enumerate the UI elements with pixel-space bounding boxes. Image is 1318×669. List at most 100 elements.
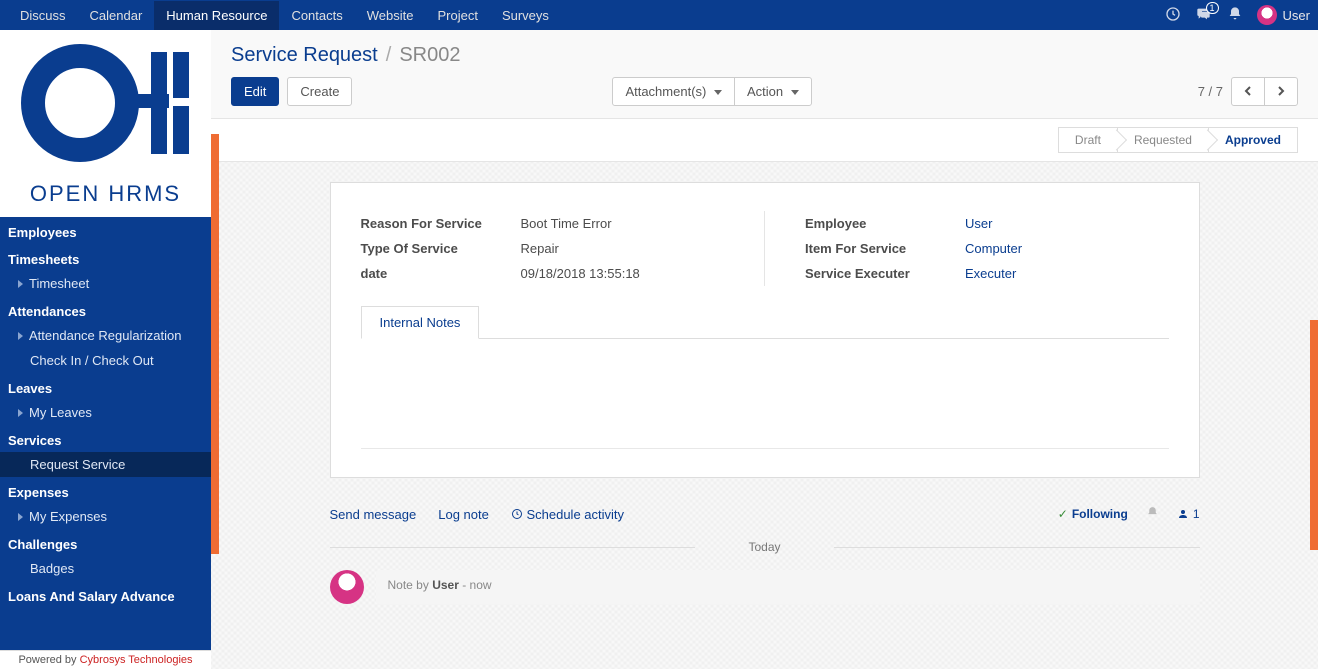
topnav-item[interactable]: Calendar xyxy=(78,1,155,30)
center-buttons: Attachment(s) Action xyxy=(612,77,811,106)
pager-next-button[interactable] xyxy=(1264,77,1298,106)
sidebar-section-header[interactable]: Expenses xyxy=(0,477,211,504)
log-note-link[interactable]: Log note xyxy=(438,507,489,522)
form-sheet: Reason For ServiceBoot Time ErrorType Of… xyxy=(330,182,1200,478)
topnav-item[interactable]: Project xyxy=(425,1,489,30)
form-row: EmployeeUser xyxy=(805,211,1169,236)
breadcrumb-sep: / xyxy=(386,44,392,67)
caret-right-icon xyxy=(18,513,23,521)
powered-by: Powered by Cybrosys Technologies xyxy=(0,650,211,669)
form-row: Item For ServiceComputer xyxy=(805,236,1169,261)
sidebar-item[interactable]: Check In / Check Out xyxy=(0,348,211,373)
logo[interactable]: OPEN HRMS xyxy=(0,30,211,217)
form-field-value: Repair xyxy=(521,241,725,256)
sidebar-item[interactable]: My Leaves xyxy=(0,400,211,425)
bell-icon[interactable] xyxy=(1146,506,1159,522)
sidebar-item[interactable]: Request Service xyxy=(0,452,211,477)
attachments-button[interactable]: Attachment(s) xyxy=(612,77,735,106)
form-field-value: Boot Time Error xyxy=(521,216,725,231)
form-row: date09/18/2018 13:55:18 xyxy=(361,261,725,286)
topnav-item[interactable]: Human Resource xyxy=(154,1,279,30)
form-field-value[interactable]: Computer xyxy=(965,241,1169,256)
follower-count[interactable]: 1 xyxy=(1177,507,1200,521)
decorative-edge-right xyxy=(1310,320,1318,550)
tab-content xyxy=(361,339,1169,449)
avatar-icon xyxy=(330,570,364,604)
schedule-activity-link[interactable]: Schedule activity xyxy=(511,507,624,522)
form-field-label: Reason For Service xyxy=(361,216,521,231)
messages-icon[interactable]: 1 xyxy=(1195,6,1213,25)
form-row: Service ExecuterExecuter xyxy=(805,261,1169,286)
sidebar-section-header[interactable]: Timesheets xyxy=(0,244,211,271)
activity-icon[interactable] xyxy=(1165,6,1181,25)
user-menu[interactable]: User xyxy=(1257,5,1310,25)
sidebar-item[interactable]: Timesheet xyxy=(0,271,211,296)
sidebar-item[interactable]: My Expenses xyxy=(0,504,211,529)
tab-internal-notes[interactable]: Internal Notes xyxy=(361,306,480,339)
topnav-item[interactable]: Website xyxy=(355,1,426,30)
create-button[interactable]: Create xyxy=(287,77,352,106)
action-button[interactable]: Action xyxy=(734,77,812,106)
sidebar-section-header[interactable]: Leaves xyxy=(0,373,211,400)
chatter: Send message Log note Schedule activity … xyxy=(330,498,1200,610)
sidebar: OPEN HRMS EmployeesTimesheetsTimesheetAt… xyxy=(0,30,211,669)
caret-down-icon xyxy=(791,90,799,95)
form-row: Reason For ServiceBoot Time Error xyxy=(361,211,725,236)
form-field-value: 09/18/2018 13:55:18 xyxy=(521,266,725,281)
status-bar: DraftRequestedApproved xyxy=(211,119,1318,162)
form-field-value[interactable]: Executer xyxy=(965,266,1169,281)
topnav-item[interactable]: Contacts xyxy=(279,1,354,30)
message-body: Note by User - now xyxy=(376,570,1200,604)
caret-down-icon xyxy=(714,90,722,95)
topnav-systray: 1 User xyxy=(1165,5,1310,25)
form-field-label: Item For Service xyxy=(805,241,965,256)
breadcrumb: Service Request / SR002 xyxy=(211,30,1318,73)
main-content: Service Request / SR002 Edit Create Atta… xyxy=(211,30,1318,669)
pager-counter[interactable]: 7 / 7 xyxy=(1198,84,1223,99)
sidebar-item[interactable]: Badges xyxy=(0,556,211,581)
topnav-item[interactable]: Surveys xyxy=(490,1,561,30)
date-separator: Today xyxy=(330,530,1200,564)
form-col-left: Reason For ServiceBoot Time ErrorType Of… xyxy=(361,211,725,286)
form-col-right: EmployeeUserItem For ServiceComputerServ… xyxy=(805,211,1169,286)
topnav-item[interactable]: Discuss xyxy=(8,1,78,30)
pager-prev-button[interactable] xyxy=(1231,77,1265,106)
sidebar-section-header[interactable]: Attendances xyxy=(0,296,211,323)
form-field-label: Service Executer xyxy=(805,266,965,281)
pager-nav xyxy=(1231,77,1298,106)
logo-text: OPEN HRMS xyxy=(8,181,203,207)
form-field-value[interactable]: User xyxy=(965,216,1169,231)
caret-right-icon xyxy=(18,280,23,288)
caret-right-icon xyxy=(18,409,23,417)
sidebar-section-header[interactable]: Employees xyxy=(0,217,211,244)
form-field-label: date xyxy=(361,266,521,281)
sidebar-section-header[interactable]: Loans And Salary Advance xyxy=(0,581,211,608)
sidebar-item-label: My Expenses xyxy=(29,509,107,524)
message-header: Note by User - now xyxy=(388,578,1188,592)
sidebar-section-header[interactable]: Challenges xyxy=(0,529,211,556)
messages-badge: 1 xyxy=(1206,2,1219,14)
edit-button[interactable]: Edit xyxy=(231,77,279,106)
form-sheet-wrap: Reason For ServiceBoot Time ErrorType Of… xyxy=(211,162,1318,669)
sidebar-item-label: Request Service xyxy=(30,457,125,472)
sidebar-item[interactable]: Attendance Regularization xyxy=(0,323,211,348)
sidebar-item-label: Check In / Check Out xyxy=(30,353,154,368)
status-step[interactable]: Approved xyxy=(1208,127,1298,153)
send-message-link[interactable]: Send message xyxy=(330,507,417,522)
message: Note by User - now xyxy=(330,564,1200,610)
user-name: User xyxy=(1283,8,1310,23)
decorative-edge-left xyxy=(211,134,219,554)
sidebar-section-header[interactable]: Services xyxy=(0,425,211,452)
form-row: Type Of ServiceRepair xyxy=(361,236,725,261)
breadcrumb-leaf: SR002 xyxy=(399,44,460,67)
sidebar-item-label: My Leaves xyxy=(29,405,92,420)
breadcrumb-root[interactable]: Service Request xyxy=(231,44,378,67)
control-panel: Edit Create Attachment(s) Action 7 / 7 xyxy=(211,73,1318,119)
status-step[interactable]: Requested xyxy=(1117,127,1209,153)
sidebar-item-label: Badges xyxy=(30,561,74,576)
status-step[interactable]: Draft xyxy=(1058,127,1118,153)
avatar-icon xyxy=(1257,5,1277,25)
form-field-label: Type Of Service xyxy=(361,241,521,256)
following-button[interactable]: ✓Following xyxy=(1058,507,1128,521)
notifications-icon[interactable] xyxy=(1227,6,1243,25)
